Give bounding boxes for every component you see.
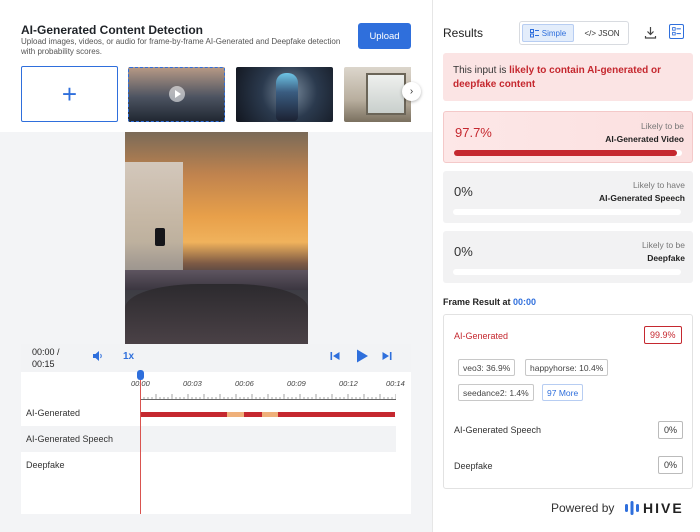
left-panel: AI-Generated Content Detection Upload im… [0,0,432,532]
score-card-ai-video[interactable]: 97.7% Likely to be AI-Generated Video [443,111,693,163]
playhead-line [140,380,141,514]
score-category: AI-Generated Video [605,134,684,144]
frame-ai-value: 99.9% [644,326,682,344]
frame-deepfake-label: Deepfake [454,461,493,471]
detection-bar[interactable] [227,412,244,417]
detection-bar[interactable] [262,412,278,417]
player-controls: 00:00 / 00:15 1x [21,344,411,372]
view-json-button[interactable]: </> JSON [578,24,626,42]
plus-icon: + [61,78,78,109]
hive-brand: HIVE [643,500,684,516]
track-ai-generated: AI-Generated [21,400,396,426]
score-track [453,209,681,215]
hive-logo-icon [625,501,639,515]
track-label: Deepfake [26,460,65,470]
ship-deck [125,162,183,272]
score-track [453,269,681,275]
tick-label: 00:12 [339,379,358,388]
timeline-player: 00:00 / 00:15 1x 00:03 00:06 00:09 00:12… [21,344,411,514]
tick-label: 00:03 [183,379,202,388]
result-alert: This input is likely to contain AI-gener… [443,53,693,101]
chevron-right-icon: › [409,86,414,97]
more-models-button[interactable]: 97 More [542,384,584,401]
score-card-ai-speech[interactable]: 0% Likely to have AI-Generated Speech [443,171,693,223]
tick-label: 00:14 [386,379,405,388]
score-card-deepfake[interactable]: 0% Likely to be Deepfake [443,231,693,283]
model-chip[interactable]: veo3: 36.9% [458,359,516,376]
score-caption: Likely to have [633,180,685,190]
detection-bar[interactable] [140,412,227,417]
detection-bar[interactable] [244,412,262,417]
playback-speed[interactable]: 1x [123,351,134,362]
time-current: 00:00 / [32,347,60,357]
results-panel: Results Simple </> JSON This input is li… [432,0,700,532]
track-ai-speech: AI-Generated Speech [21,426,396,452]
time-total: 00:15 [32,359,55,369]
thumbnail-figure [276,73,298,121]
list-view-icon[interactable] [669,24,684,39]
upload-button[interactable]: Upload [358,23,411,49]
media-thumbnail-selected[interactable] [128,67,225,122]
media-carousel: + [21,66,411,123]
frame-speech-label: AI-Generated Speech [454,425,542,435]
frame-title-text: Frame Result at [443,297,514,307]
frame-ai-label: AI-Generated [454,331,509,341]
frame-time[interactable]: 00:00 [513,297,536,307]
frame-result-title: Frame Result at 00:00 [443,297,536,307]
upload-card: AI-Generated Content Detection Upload im… [0,0,432,132]
frame-result-box: AI-Generated 99.9% veo3: 36.9% happyhors… [443,314,693,489]
score-percent: 0% [454,184,473,199]
powered-by-text: Powered by [551,501,615,515]
add-media-button[interactable]: + [21,66,118,122]
media-thumbnail[interactable] [236,67,333,122]
crowd [125,284,308,344]
detection-bar[interactable] [278,412,395,417]
timeline-ruler[interactable]: 00:00 00:03 00:06 00:09 00:12 00:14 [21,372,411,402]
score-percent: 97.7% [455,125,492,140]
timecode: 00:00 / 00:15 [32,346,72,370]
score-category: Deepfake [647,253,685,263]
alert-prefix: This input is [453,65,510,76]
frame-speech-value: 0% [658,421,684,439]
volume-icon[interactable] [92,350,104,362]
play-icon [169,86,185,102]
model-chip[interactable]: seedance2: 1.4% [458,384,534,401]
score-caption: Likely to be [642,240,685,250]
app-root: AI-Generated Content Detection Upload im… [0,0,700,532]
grid-icon [529,28,539,37]
page-subtitle: Upload images, videos, or audio for fram… [21,37,341,56]
view-simple-button[interactable]: Simple [522,24,574,42]
play-icon[interactable] [355,349,369,363]
phone [155,228,165,246]
score-caption: Likely to be [641,121,684,131]
results-title: Results [443,26,484,40]
video-preview[interactable] [125,132,308,344]
tick-label: 00:09 [287,379,306,388]
page-title: AI-Generated Content Detection [21,23,204,37]
track-deepfake: Deepfake [21,452,396,478]
frame-deepfake-value: 0% [658,456,684,474]
media-thumbnail[interactable] [344,67,411,122]
view-toggle: Simple </> JSON [519,21,629,45]
score-percent: 0% [454,244,473,259]
carousel-next-button[interactable]: › [402,82,421,101]
track-label: AI-Generated [26,408,81,418]
track-label: AI-Generated Speech [26,434,114,444]
download-icon[interactable] [644,26,657,39]
score-fill [454,150,677,156]
view-simple-label: Simple [541,28,567,38]
score-category: AI-Generated Speech [599,193,685,203]
tick-label: 00:06 [235,379,254,388]
playhead-handle[interactable] [137,370,144,380]
skip-back-icon[interactable] [330,351,340,361]
skip-forward-icon[interactable] [382,351,392,361]
model-chip[interactable]: happyhorse: 10.4% [525,359,609,376]
thumbnail-window [366,73,406,115]
